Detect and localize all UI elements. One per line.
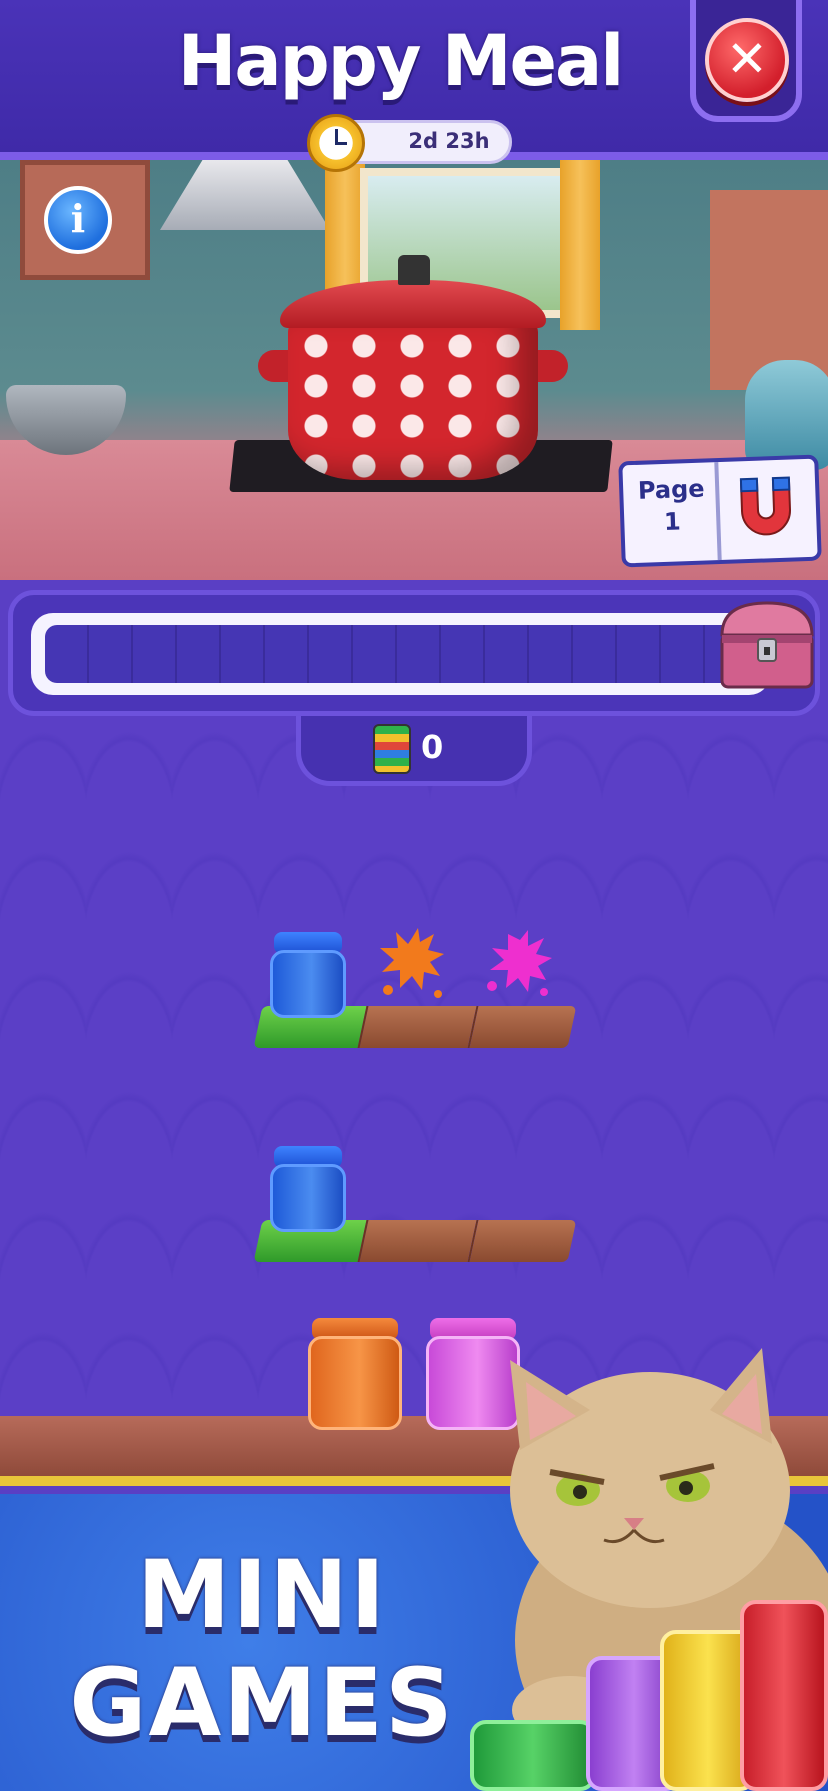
magnet-booster-book[interactable]: Page 1 [618,454,822,568]
kettle [745,360,828,470]
magnet-icon [739,476,791,536]
treasure-chest-icon[interactable] [712,595,822,695]
shelf-slot-empty[interactable] [467,1220,577,1262]
shelf-slot-empty[interactable] [467,1006,577,1048]
range-hood [160,160,330,230]
jar-orange[interactable] [308,1318,402,1430]
jar-body [270,1164,346,1232]
page-title: Happy Meal [177,20,624,102]
shelf-slot-empty[interactable] [357,1006,477,1048]
jar-blue[interactable] [270,1146,346,1232]
banner-line-1: MINI [136,1541,388,1650]
pink-splat-icon [487,930,552,996]
orange-splat-icon [380,928,444,998]
jar-body [308,1336,402,1430]
progress-bar [45,625,745,683]
kitchen-shelf [710,190,828,390]
curtain-right [560,160,600,330]
polka-dot-pot [288,320,538,480]
progress-track [31,613,771,695]
info-icon[interactable]: i [44,186,112,254]
jar-green [470,1720,596,1791]
jar-counter: 0 [296,716,532,786]
pot-knob [398,255,430,285]
clock-icon [307,114,365,172]
close-icon[interactable]: ✕ [705,18,789,102]
banner-line-2: GAMES [69,1649,455,1758]
booster-page-word: Page [637,474,705,505]
progress-bar-frame [8,590,820,716]
jar-counter-value: 0 [421,728,444,766]
jar-red [740,1600,828,1791]
jar-blue[interactable] [270,932,346,1018]
jar-body [270,950,346,1018]
jar-stack-icon [373,724,411,774]
timer-text: 2d 23h [408,129,490,153]
play-area [0,700,828,1420]
booster-page-label: Page 1 [627,472,717,539]
banner-title: MINI GAMES [62,1542,462,1758]
shelf-slot-empty[interactable] [357,1220,477,1262]
booster-page-number: 1 [663,507,682,536]
